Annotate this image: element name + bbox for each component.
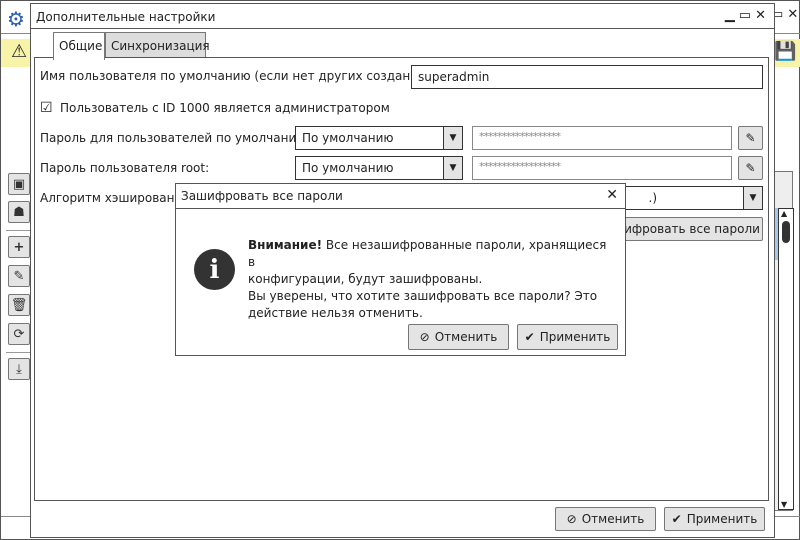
contact-card-icon: ▣ bbox=[12, 176, 26, 192]
message-line: действие нельзя отменить. bbox=[248, 306, 423, 320]
refresh-button[interactable]: ⟳ bbox=[8, 323, 30, 345]
select-value: По умолчанию bbox=[302, 161, 394, 175]
delete-button[interactable]: 🗑 bbox=[8, 294, 30, 316]
warning-icon: ⚠ bbox=[11, 41, 28, 62]
edit-default-password-button[interactable]: ✎ bbox=[738, 126, 763, 150]
modal-message: Внимание! Все незашифрованные пароли, хр… bbox=[248, 237, 608, 322]
default-user-label: Имя пользователя по умолчанию (если нет … bbox=[40, 69, 444, 83]
plus-icon: + bbox=[13, 239, 25, 255]
checkbox-check-icon[interactable]: ☑ bbox=[40, 100, 53, 116]
cancel-label: Отменить bbox=[434, 330, 498, 344]
admin-checkbox-label: Пользователь с ID 1000 является админист… bbox=[60, 101, 390, 115]
chevron-down-icon[interactable]: ▼ bbox=[743, 187, 762, 209]
cancel-button[interactable]: ⊘ Отменить bbox=[555, 507, 656, 531]
scrollbar[interactable]: ▲ ▼ bbox=[778, 208, 794, 510]
hash-algorithm-label: Алгоритм хэширования bbox=[40, 191, 190, 205]
apply-button[interactable]: ✔ Применить bbox=[664, 507, 765, 531]
check-icon: ✔ bbox=[524, 330, 535, 344]
modal-apply-button[interactable]: ✔ Применить bbox=[517, 324, 618, 350]
cancel-icon: ⊘ bbox=[566, 512, 577, 526]
root-password-label: Пароль пользователя root: bbox=[40, 161, 210, 175]
chevron-down-icon[interactable]: ▼ bbox=[443, 157, 462, 179]
cancel-icon: ⊘ bbox=[419, 330, 430, 344]
close-icon[interactable]: ✕ bbox=[755, 8, 766, 23]
download-button[interactable]: ⤓ bbox=[8, 358, 30, 380]
default-password-mode-select[interactable]: По умолчанию ▼ bbox=[295, 126, 463, 150]
pencil-icon: ✎ bbox=[745, 131, 756, 145]
download-icon: ⤓ bbox=[16, 361, 22, 377]
gear-icon: ⚙ bbox=[7, 7, 25, 31]
confirm-modal: Зашифровать все пароли ✕ i Внимание! Все… bbox=[175, 183, 626, 356]
check-icon: ✔ bbox=[671, 512, 682, 526]
contacts-button[interactable]: ▣ bbox=[8, 173, 30, 195]
root-password-mode-select[interactable]: По умолчанию ▼ bbox=[295, 156, 463, 180]
edit-root-password-button[interactable]: ✎ bbox=[738, 156, 763, 180]
maximize-icon[interactable]: ▭ bbox=[739, 8, 751, 23]
users-group-icon: ☗ bbox=[13, 204, 25, 220]
info-icon: i bbox=[194, 249, 235, 290]
modal-title: Зашифровать все пароли bbox=[176, 184, 625, 209]
pencil-icon: ✎ bbox=[745, 161, 756, 175]
apply-label: Применить bbox=[686, 512, 758, 526]
scroll-up-icon[interactable]: ▲ bbox=[781, 209, 787, 218]
modal-cancel-button[interactable]: ⊘ Отменить bbox=[408, 324, 509, 350]
select-value: .) bbox=[648, 191, 658, 205]
message-line: Вы уверены, что хотите зашифровать все п… bbox=[248, 289, 598, 303]
message-line: конфигурации, будут зашифрованы. bbox=[248, 272, 483, 286]
modal-close-icon[interactable]: ✕ bbox=[606, 187, 618, 203]
bg-window-controls: ▭ ✕ bbox=[771, 7, 799, 22]
default-password-field[interactable]: ****************** bbox=[472, 126, 732, 150]
tab-sync[interactable]: Синхронизация bbox=[105, 32, 210, 59]
add-button[interactable]: + bbox=[8, 236, 30, 258]
save-user-icon[interactable]: 💾 bbox=[774, 41, 796, 62]
default-user-input[interactable]: superadmin bbox=[411, 65, 763, 89]
edit-icon: ✎ bbox=[13, 268, 25, 284]
refresh-icon: ⟳ bbox=[13, 326, 25, 342]
groups-button[interactable]: ☗ bbox=[8, 201, 30, 223]
select-value: По умолчанию bbox=[302, 131, 394, 145]
trash-icon: 🗑 bbox=[10, 297, 28, 313]
chevron-down-icon[interactable]: ▼ bbox=[443, 127, 462, 149]
minimize-icon[interactable]: ▁ bbox=[725, 8, 735, 23]
default-password-label: Пароль для пользователей по умолчанию: bbox=[40, 131, 311, 145]
root-password-field[interactable]: ****************** bbox=[472, 156, 732, 180]
warning-bold: Внимание! bbox=[248, 238, 323, 252]
edit-button[interactable]: ✎ bbox=[8, 265, 30, 287]
tab-general[interactable]: Общие bbox=[53, 32, 105, 60]
scroll-down-icon[interactable]: ▼ bbox=[781, 500, 787, 509]
dialog-title: Дополнительные настройки bbox=[31, 4, 774, 29]
scroll-thumb[interactable] bbox=[782, 221, 790, 243]
cancel-label: Отменить bbox=[581, 512, 645, 526]
apply-label: Применить bbox=[539, 330, 611, 344]
